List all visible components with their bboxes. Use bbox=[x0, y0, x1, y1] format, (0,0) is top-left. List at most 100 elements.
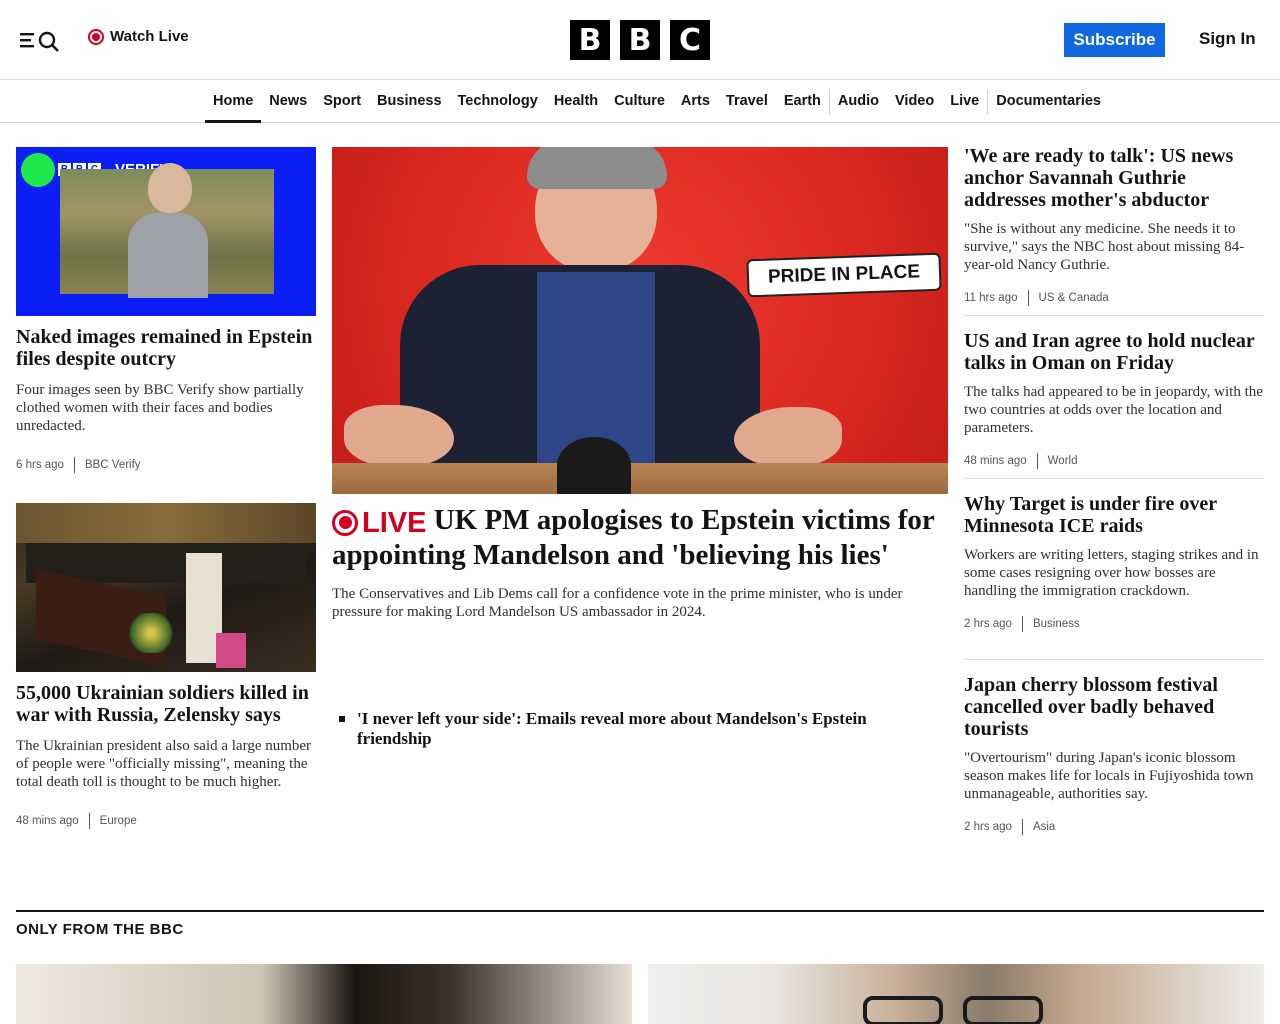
live-badge: LIVE bbox=[332, 507, 426, 539]
lead-headline[interactable]: LIVE UK PM apologises to Epstein victims… bbox=[332, 504, 948, 571]
nav-item-documentaries[interactable]: Documentaries bbox=[988, 81, 1109, 123]
meta-divider bbox=[1021, 616, 1023, 632]
ukraine-funeral-image[interactable] bbox=[16, 503, 316, 672]
meta-divider bbox=[88, 813, 90, 829]
photo-icons-wall bbox=[16, 503, 316, 543]
photo-hair bbox=[527, 147, 667, 189]
related-link[interactable]: 'I never left your side': Emails reveal … bbox=[357, 709, 927, 749]
lead-summary: The Conservatives and Lib Dems call for … bbox=[332, 585, 903, 620]
article-section[interactable]: Europe bbox=[100, 815, 137, 827]
verify-badge-circle bbox=[21, 153, 55, 187]
subscribe-button[interactable]: Subscribe bbox=[1064, 23, 1165, 57]
article-summary: "Overtourism" during Japan's iconic blos… bbox=[964, 750, 1254, 802]
nav-item-sport[interactable]: Sport bbox=[315, 81, 369, 123]
lead-story[interactable]: PRIDE IN PLACE LIVE UK PM apologises to … bbox=[332, 147, 948, 621]
live-icon bbox=[88, 28, 104, 45]
article-headline[interactable]: 55,000 Ukrainian soldiers killed in war … bbox=[16, 682, 316, 726]
photo-glasses bbox=[963, 996, 1043, 1024]
article-card[interactable]: Naked images remained in Epstein files d… bbox=[16, 326, 316, 473]
article-time: 2 hrs ago bbox=[964, 618, 1012, 630]
hero-image[interactable]: PRIDE IN PLACE bbox=[332, 147, 948, 494]
nav-item-earth[interactable]: Earth bbox=[776, 81, 829, 123]
live-label: LIVE bbox=[362, 506, 427, 539]
nav-item-live[interactable]: Live bbox=[942, 81, 987, 123]
nav-item-news[interactable]: News bbox=[261, 81, 315, 123]
nav-item-home[interactable]: Home bbox=[205, 81, 262, 123]
article-section[interactable]: Business bbox=[1033, 618, 1080, 630]
article-time: 6 hrs ago bbox=[16, 459, 64, 471]
section-rule bbox=[16, 910, 1264, 912]
photo-flowers bbox=[126, 613, 176, 653]
nav-item-health[interactable]: Health bbox=[546, 81, 606, 123]
watch-live-label: Watch Live bbox=[110, 28, 189, 45]
meta-divider bbox=[1036, 453, 1038, 469]
article-summary: Workers are writing letters, staging str… bbox=[964, 547, 1259, 599]
sign-in-link[interactable]: Sign In bbox=[1199, 29, 1256, 49]
bbc-logo[interactable]: B B C bbox=[570, 20, 710, 60]
photo-crest bbox=[557, 437, 631, 494]
logo-letter: B bbox=[570, 20, 610, 60]
pride-in-place-sign: PRIDE IN PLACE bbox=[746, 252, 942, 298]
related-link-item[interactable]: 'I never left your side': Emails reveal … bbox=[339, 709, 927, 749]
article-headline[interactable]: Naked images remained in Epstein files d… bbox=[16, 326, 316, 370]
nav-item-culture[interactable]: Culture bbox=[606, 81, 673, 123]
card-divider bbox=[964, 478, 1264, 479]
article-time: 11 hrs ago bbox=[964, 292, 1018, 304]
menu-icon bbox=[20, 31, 59, 52]
meta-divider bbox=[1027, 290, 1029, 306]
feature-image-right[interactable] bbox=[648, 964, 1264, 1024]
article-card[interactable]: US and Iran agree to hold nuclear talks … bbox=[964, 330, 1264, 469]
live-icon bbox=[332, 509, 358, 536]
meta-divider bbox=[73, 457, 75, 473]
article-summary: Four images seen by BBC Verify show part… bbox=[16, 382, 304, 434]
article-card[interactable]: 55,000 Ukrainian soldiers killed in war … bbox=[16, 682, 316, 829]
photo-hoodie bbox=[128, 213, 208, 298]
photo-glasses bbox=[863, 996, 943, 1024]
article-headline[interactable]: 'We are ready to talk': US news anchor S… bbox=[964, 145, 1264, 211]
article-card[interactable]: Why Target is under fire over Minnesota … bbox=[964, 493, 1264, 632]
logo-letter: C bbox=[670, 20, 710, 60]
meta-divider bbox=[1021, 819, 1023, 835]
article-section[interactable]: World bbox=[1048, 455, 1078, 467]
card-divider bbox=[964, 659, 1264, 660]
menu-search-button[interactable] bbox=[20, 27, 62, 53]
photo-head bbox=[148, 163, 192, 213]
photo-right-hand bbox=[734, 407, 842, 467]
main-nav: Home News Sport Business Technology Heal… bbox=[0, 81, 1280, 123]
article-headline[interactable]: Japan cherry blossom festival cancelled … bbox=[964, 674, 1264, 740]
logo-letter: B bbox=[620, 20, 660, 60]
article-section[interactable]: US & Canada bbox=[1039, 292, 1109, 304]
article-summary: The Ukrainian president also said a larg… bbox=[16, 738, 312, 790]
article-meta: 2 hrs ago Business bbox=[964, 616, 1264, 632]
article-card[interactable]: Japan cherry blossom festival cancelled … bbox=[964, 674, 1264, 835]
nav-item-business[interactable]: Business bbox=[369, 81, 449, 123]
nav-item-video[interactable]: Video bbox=[887, 81, 942, 123]
verify-image[interactable]: B B C VERIFY bbox=[16, 147, 316, 316]
article-meta: 6 hrs ago BBC Verify bbox=[16, 457, 316, 473]
article-meta: 11 hrs ago US & Canada bbox=[964, 290, 1264, 306]
photo-man-outdoors bbox=[60, 163, 274, 298]
nav-item-arts[interactable]: Arts bbox=[673, 81, 718, 123]
article-meta: 48 mins ago Europe bbox=[16, 813, 316, 829]
article-headline[interactable]: Why Target is under fire over Minnesota … bbox=[964, 493, 1264, 537]
nav-item-audio[interactable]: Audio bbox=[830, 81, 887, 123]
article-time: 2 hrs ago bbox=[964, 821, 1012, 833]
bullet-icon bbox=[339, 716, 345, 722]
site-header: Watch Live B B C Subscribe Sign In bbox=[0, 0, 1280, 80]
watch-live-link[interactable]: Watch Live bbox=[88, 28, 189, 45]
article-section[interactable]: Asia bbox=[1033, 821, 1055, 833]
photo-lectern bbox=[332, 463, 948, 494]
article-meta: 2 hrs ago Asia bbox=[964, 819, 1264, 835]
photo-child bbox=[216, 633, 246, 668]
nav-item-technology[interactable]: Technology bbox=[450, 81, 546, 123]
article-card[interactable]: 'We are ready to talk': US news anchor S… bbox=[964, 145, 1264, 306]
section-title: ONLY FROM THE BBC bbox=[16, 921, 184, 938]
article-headline[interactable]: US and Iran agree to hold nuclear talks … bbox=[964, 330, 1264, 374]
article-summary: The talks had appeared to be in jeopardy… bbox=[964, 384, 1263, 436]
article-meta: 48 mins ago World bbox=[964, 453, 1264, 469]
article-summary: "She is without any medicine. She needs … bbox=[964, 221, 1245, 273]
nav-item-travel[interactable]: Travel bbox=[718, 81, 776, 123]
feature-image-left[interactable] bbox=[16, 964, 632, 1024]
article-time: 48 mins ago bbox=[964, 455, 1027, 467]
article-section[interactable]: BBC Verify bbox=[85, 459, 141, 471]
